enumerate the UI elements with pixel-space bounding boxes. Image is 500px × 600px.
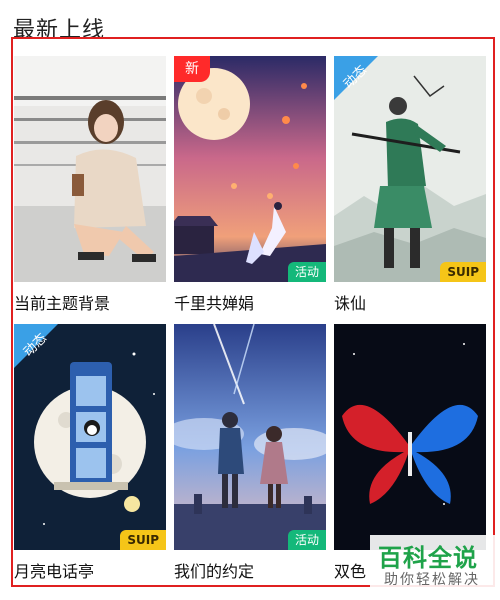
watermark-subtitle: 助你轻松解决 [384,572,480,588]
card-label: 我们的约定 [174,562,255,581]
card-label: 当前主题背景 [14,294,111,313]
theme-thumbnail[interactable]: 新 活动 [174,56,326,282]
theme-thumbnail[interactable] [334,324,486,550]
new-badge: 新 [174,56,210,82]
activity-tag: 活动 [287,262,326,282]
suip-tag: SUIP [440,262,486,282]
theme-card-qianligong[interactable]: 新 活动 千里共婵娟 [174,56,326,313]
theme-thumbnail[interactable]: 活动 [174,324,326,550]
theme-card-dual-color[interactable]: 双色 [334,324,486,581]
card-label: 千里共婵娟 [174,294,255,313]
suip-tag: SUIP [120,530,166,550]
theme-thumbnail[interactable] [14,56,166,282]
theme-card-zhuxian[interactable]: 动态 SUIP 诛仙 [334,56,486,313]
theme-card-our-promise[interactable]: 活动 我们的约定 [174,324,326,581]
dynamic-badge: 动态 [14,324,58,368]
theme-card-current[interactable]: 当前主题背景 [14,56,166,313]
theme-thumbnail[interactable]: 动态 SUIP [14,324,166,550]
watermark-logo: 百科全说 助你轻松解决 [370,535,500,597]
card-label: 双色 [334,562,367,581]
watermark-title: 百科全说 [378,544,478,572]
card-label: 诛仙 [334,294,367,313]
dynamic-badge: 动态 [334,56,378,100]
theme-thumbnail[interactable]: 动态 SUIP [334,56,486,282]
activity-tag: 活动 [287,530,326,550]
theme-card-moon-phonebooth[interactable]: 动态 SUIP 月亮电话亭 [14,324,166,581]
card-label: 月亮电话亭 [14,562,95,581]
